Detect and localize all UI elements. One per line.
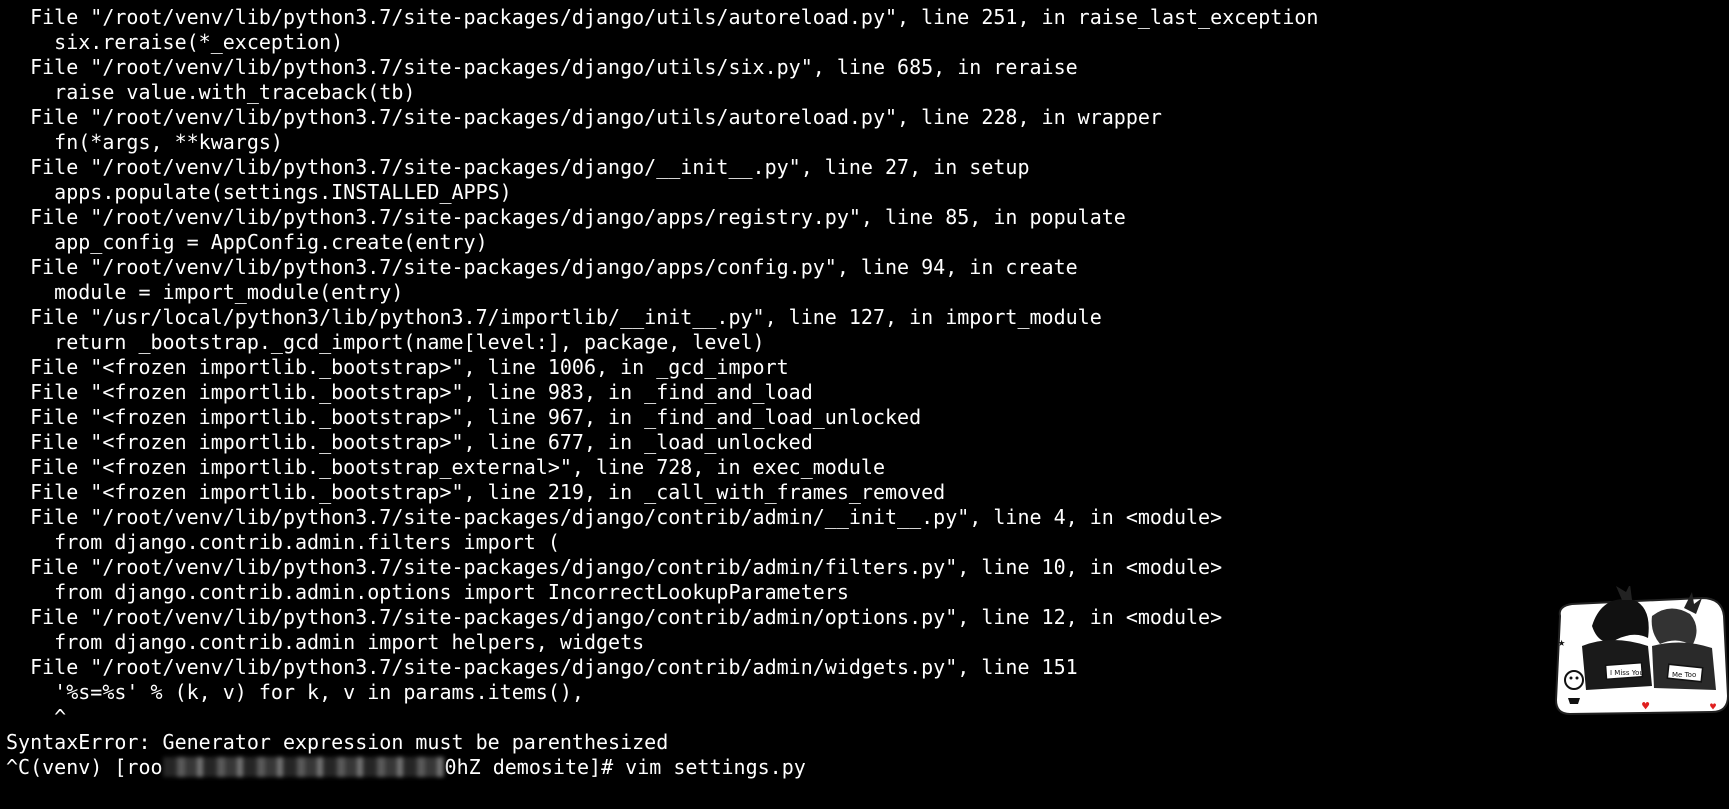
traceback-line: File "<frozen importlib._bootstrap>", li… bbox=[6, 405, 922, 429]
traceback-line: return _bootstrap._gcd_import(name[level… bbox=[6, 330, 765, 354]
traceback-line: from django.contrib.admin.options import… bbox=[6, 580, 849, 604]
traceback-line: File "/root/venv/lib/python3.7/site-pack… bbox=[6, 255, 1078, 279]
traceback-line: fn(*args, **kwargs) bbox=[6, 130, 283, 154]
traceback-line: six.reraise(*_exception) bbox=[6, 30, 344, 54]
traceback-line: ^ bbox=[6, 705, 67, 729]
traceback-line: File "/root/venv/lib/python3.7/site-pack… bbox=[6, 55, 1078, 79]
shell-prompt-line[interactable]: ^C(venv) [roo 0hZ demosite]# vim settings… bbox=[6, 755, 1729, 780]
prompt-prefix: ^C(venv) [roo bbox=[6, 755, 163, 779]
traceback-line: from django.contrib.admin.filters import… bbox=[6, 530, 560, 554]
traceback-line: File "/root/venv/lib/python3.7/site-pack… bbox=[6, 155, 1030, 179]
svg-text:★: ★ bbox=[1558, 635, 1565, 649]
traceback-line: File "/root/venv/lib/python3.7/site-pack… bbox=[6, 105, 1162, 129]
traceback-line: File "/root/venv/lib/python3.7/site-pack… bbox=[6, 505, 1223, 529]
traceback-line: from django.contrib.admin import helpers… bbox=[6, 630, 645, 654]
traceback-line: '%s=%s' % (k, v) for k, v in params.item… bbox=[6, 680, 584, 704]
traceback-output: File "/root/venv/lib/python3.7/site-pack… bbox=[6, 5, 1729, 730]
traceback-line: File "/root/venv/lib/python3.7/site-pack… bbox=[6, 605, 1223, 629]
redacted-hostname bbox=[162, 757, 445, 777]
error-message: SyntaxError: Generator expression must b… bbox=[6, 730, 669, 754]
traceback-line: File "/usr/local/python3/lib/python3.7/i… bbox=[6, 305, 1102, 329]
traceback-line: File "<frozen importlib._bootstrap_exter… bbox=[6, 455, 885, 479]
svg-text:Me Too: Me Too bbox=[1672, 671, 1696, 679]
couple-sticker-icon: I Miss You Me Too ★ ♥ ♥ bbox=[1552, 584, 1729, 716]
terminal-window[interactable]: File "/root/venv/lib/python3.7/site-pack… bbox=[0, 0, 1729, 809]
traceback-line: apps.populate(settings.INSTALLED_APPS) bbox=[6, 180, 512, 204]
svg-text:♥: ♥ bbox=[1710, 702, 1716, 713]
traceback-line: app_config = AppConfig.create(entry) bbox=[6, 230, 488, 254]
traceback-line: File "/root/venv/lib/python3.7/site-pack… bbox=[6, 5, 1319, 29]
traceback-line: module = import_module(entry) bbox=[6, 280, 404, 304]
svg-text:I Miss You: I Miss You bbox=[1610, 669, 1644, 677]
traceback-line: File "/root/venv/lib/python3.7/site-pack… bbox=[6, 555, 1223, 579]
traceback-line: raise value.with_traceback(tb) bbox=[6, 80, 416, 104]
traceback-line: File "<frozen importlib._bootstrap>", li… bbox=[6, 380, 813, 404]
traceback-line: File "<frozen importlib._bootstrap>", li… bbox=[6, 480, 946, 504]
command-text: vim settings.py bbox=[625, 755, 806, 779]
traceback-line: File "<frozen importlib._bootstrap>", li… bbox=[6, 355, 789, 379]
prompt-suffix: 0hZ demosite]# bbox=[444, 755, 626, 779]
traceback-line: File "/root/venv/lib/python3.7/site-pack… bbox=[6, 655, 1078, 679]
svg-text:♥: ♥ bbox=[1642, 699, 1650, 713]
traceback-line: File "<frozen importlib._bootstrap>", li… bbox=[6, 430, 813, 454]
traceback-line: File "/root/venv/lib/python3.7/site-pack… bbox=[6, 205, 1126, 229]
